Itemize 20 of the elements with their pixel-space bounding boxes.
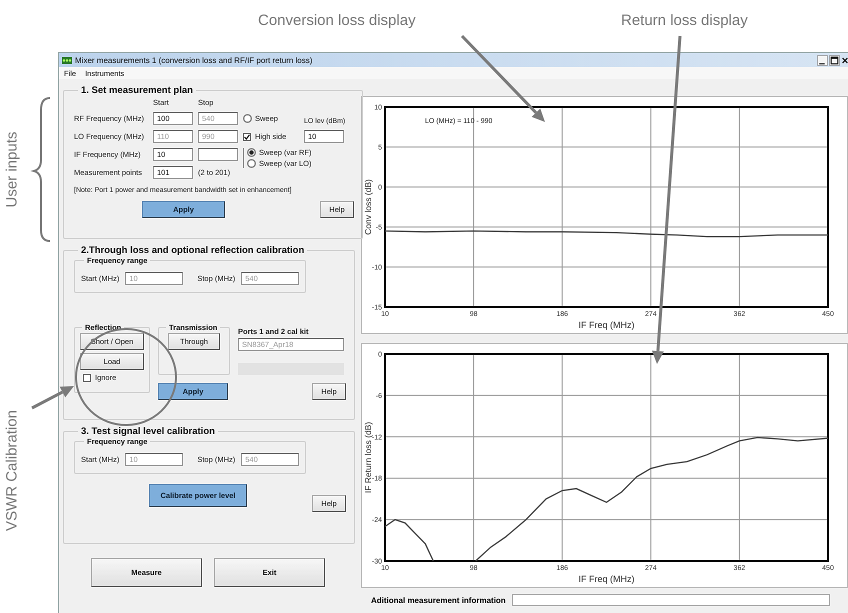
app-icon [62, 56, 72, 64]
input-field[interactable] [198, 148, 238, 161]
group-title: 1. Set measurement plan [80, 85, 194, 96]
input-field[interactable] [512, 594, 830, 606]
annotation-label: Conversion loss display [258, 12, 416, 29]
group-title: 3. Test signal level calibration [80, 426, 216, 437]
annotation-label: VSWR Calibration [4, 409, 20, 533]
annotation-label: User inputs [4, 134, 20, 208]
callout-arrow [31, 386, 74, 410]
minimize-icon[interactable] [817, 54, 828, 66]
axis-title: Conv loss (dB) [363, 179, 373, 235]
field-label: Aditional measurement information [371, 596, 506, 604]
maximize-icon[interactable] [829, 54, 840, 66]
axis-title: IF Freq (MHz) [578, 574, 634, 584]
check-icon [244, 134, 250, 140]
group-title: 2.Through loss and optional reflection calibration [80, 245, 306, 256]
axis-title: IF Freq (MHz) [578, 320, 634, 330]
annotation-label: Return loss display [621, 12, 748, 29]
window-title: Mixer measurements 1 (conversion loss and RF/IF port return loss) [75, 56, 312, 64]
axis-title: IF Return loss (dB) [363, 422, 373, 494]
